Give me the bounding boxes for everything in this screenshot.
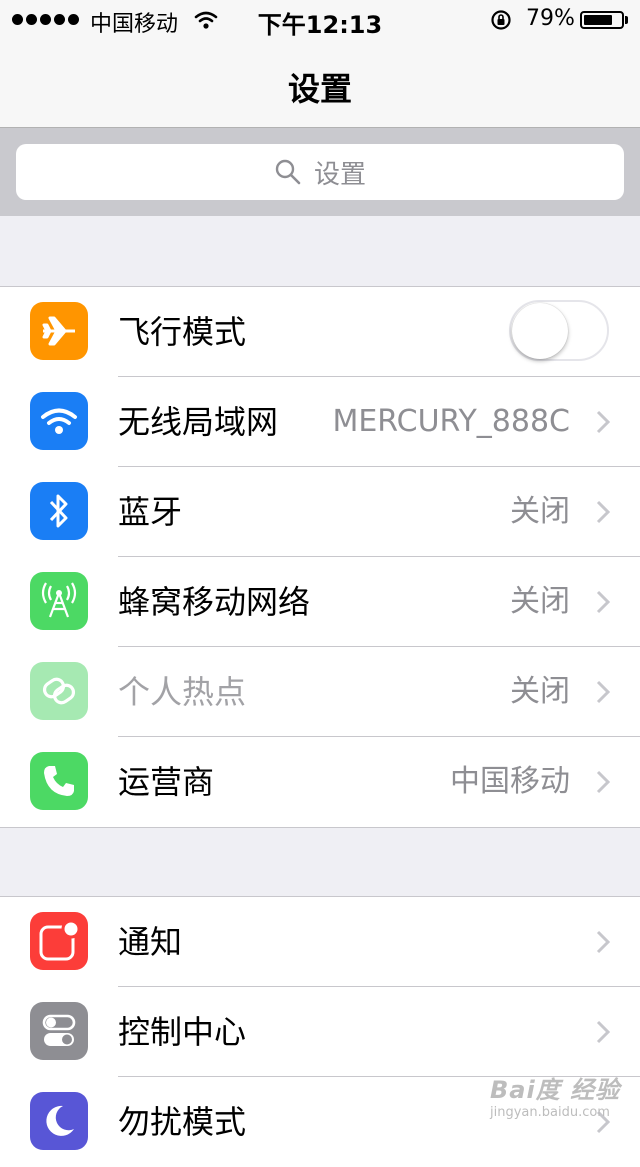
- hotspot-link-icon: [30, 662, 88, 720]
- rotation-lock-icon: [491, 10, 511, 30]
- hotspot-label: 个人热点: [118, 673, 247, 711]
- do-not-disturb-row[interactable]: 勿扰模式: [0, 1077, 640, 1167]
- chevron-right-icon: [596, 500, 610, 524]
- bluetooth-icon: [30, 482, 88, 540]
- chevron-right-icon: [596, 930, 610, 954]
- bluetooth-value: 关闭: [510, 494, 570, 529]
- airplane-mode-toggle[interactable]: [509, 300, 609, 361]
- wifi-value: MERCURY_888C: [332, 404, 570, 439]
- notifications-label: 通知: [118, 923, 183, 961]
- chevron-right-icon: [596, 680, 610, 704]
- do-not-disturb-label: 勿扰模式: [118, 1103, 247, 1141]
- bluetooth-row[interactable]: 蓝牙 关闭: [0, 467, 640, 557]
- airplane-mode-row: 飞行模式: [0, 287, 640, 377]
- hotspot-value: 关闭: [510, 674, 570, 709]
- notifications-row[interactable]: 通知: [0, 897, 640, 987]
- notifications-icon: [30, 912, 88, 970]
- settings-group-connectivity: 飞行模式 无线局域网 MERCURY_888C 蓝牙 关闭 蜂窝移动网络 关闭 …: [0, 286, 640, 828]
- toggle-knob: [512, 303, 568, 359]
- status-bar: 中国移动 下午12:13 79%: [0, 0, 640, 40]
- control-center-row[interactable]: 控制中心: [0, 987, 640, 1077]
- battery-tip: [625, 16, 628, 24]
- carrier-label: 运营商: [118, 763, 215, 801]
- wifi-row[interactable]: 无线局域网 MERCURY_888C: [0, 377, 640, 467]
- airplane-mode-label: 飞行模式: [118, 313, 247, 351]
- carrier-row[interactable]: 运营商 中国移动: [0, 737, 640, 827]
- page-title: 设置: [287, 70, 352, 108]
- cellular-label: 蜂窝移动网络: [118, 583, 311, 621]
- cellular-value: 关闭: [510, 584, 570, 619]
- airplane-icon: [30, 302, 88, 360]
- chevron-right-icon: [596, 1020, 610, 1044]
- cellular-row[interactable]: 蜂窝移动网络 关闭: [0, 557, 640, 647]
- chevron-right-icon: [596, 1110, 610, 1134]
- search-icon: [275, 159, 301, 185]
- hotspot-row[interactable]: 个人热点 关闭: [0, 647, 640, 737]
- wifi-label: 无线局域网: [118, 403, 279, 441]
- carrier-value: 中国移动: [450, 764, 570, 799]
- wifi-icon: [30, 392, 88, 450]
- control-center-label: 控制中心: [118, 1013, 247, 1051]
- bluetooth-label: 蓝牙: [118, 493, 183, 531]
- cellular-antenna-icon: [30, 572, 88, 630]
- search-placeholder: 设置: [313, 159, 366, 190]
- search-area: 设置: [0, 128, 640, 216]
- search-input[interactable]: 设置: [16, 144, 624, 200]
- settings-group-system: 通知 控制中心 勿扰模式: [0, 896, 640, 1167]
- control-center-icon: [30, 1002, 88, 1060]
- navigation-bar: 设置: [0, 40, 640, 128]
- battery-percent: 79%: [526, 6, 575, 31]
- chevron-right-icon: [596, 410, 610, 434]
- chevron-right-icon: [596, 770, 610, 794]
- battery-icon: [580, 11, 624, 29]
- moon-icon: [30, 1092, 88, 1150]
- chevron-right-icon: [596, 590, 610, 614]
- phone-icon: [30, 752, 88, 810]
